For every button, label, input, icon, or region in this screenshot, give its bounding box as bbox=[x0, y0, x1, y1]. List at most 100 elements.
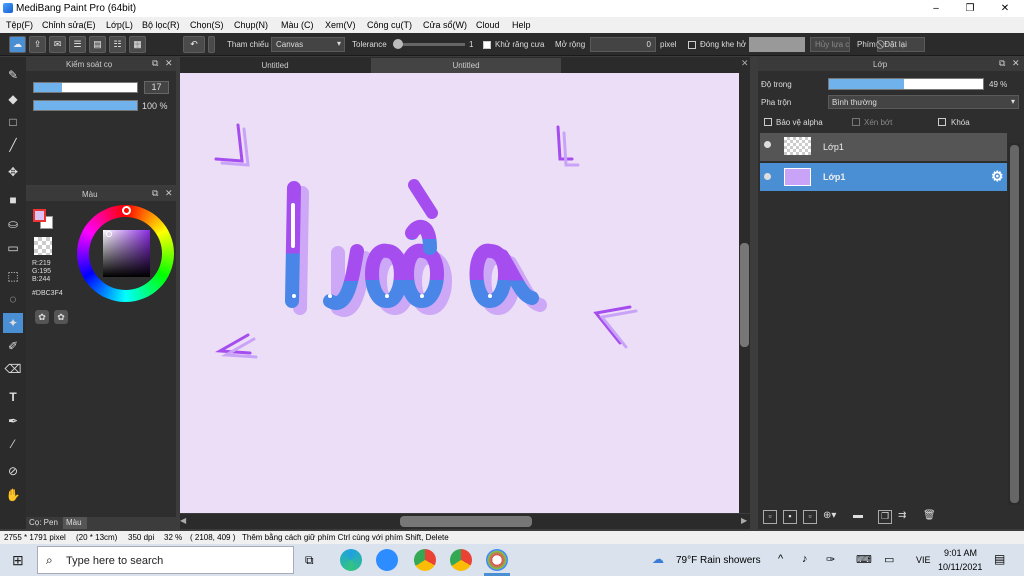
text-icon[interactable]: T bbox=[3, 387, 23, 407]
antialias-checkbox[interactable] bbox=[483, 41, 491, 49]
close-icon[interactable]: ✕ bbox=[165, 58, 173, 69]
clip-checkbox[interactable] bbox=[852, 118, 860, 126]
reset-button[interactable]: ⃠ Đặt lại bbox=[877, 37, 925, 52]
expand-input[interactable]: 0 bbox=[590, 37, 656, 52]
gear-icon[interactable]: ⚙ bbox=[991, 168, 1004, 185]
visibility-icon[interactable] bbox=[764, 173, 771, 180]
search-box[interactable]: ⌕ Type here to search bbox=[37, 546, 294, 574]
duplicate-layer-icon[interactable]: ❐ bbox=[878, 510, 892, 524]
add-layer-menu-icon[interactable]: ⊕▾ bbox=[823, 510, 847, 524]
menu-window[interactable]: Cửa sổ(W) bbox=[423, 20, 467, 30]
brush-icon[interactable]: ✎ bbox=[3, 65, 23, 85]
new-raster-layer-icon[interactable]: ▪ bbox=[783, 510, 797, 524]
layer-scrollbar[interactable] bbox=[1008, 143, 1021, 505]
gradient-icon[interactable]: ▭ bbox=[3, 238, 23, 258]
saturation-square[interactable] bbox=[103, 230, 150, 277]
menu-select[interactable]: Chọn(S) bbox=[190, 20, 224, 30]
sv-picker-handle[interactable] bbox=[106, 231, 112, 237]
clock-time[interactable]: 9:01 AM bbox=[944, 548, 977, 558]
line-icon[interactable]: ╱ bbox=[3, 135, 23, 155]
vertical-scroll-thumb[interactable] bbox=[740, 243, 749, 347]
magic-wand-icon[interactable]: ✦ bbox=[3, 313, 23, 333]
new-layer-icon[interactable]: ▫ bbox=[763, 510, 777, 524]
eraser-icon[interactable]: ◆ bbox=[3, 89, 23, 109]
transparent-swatch[interactable] bbox=[34, 237, 52, 255]
tab-color[interactable]: Màu bbox=[63, 517, 87, 529]
bucket-icon[interactable]: ⛀ bbox=[3, 214, 23, 234]
menu-capture[interactable]: Chụp(N) bbox=[234, 20, 268, 30]
undo-icon[interactable]: ↶ bbox=[183, 36, 205, 53]
foreground-swatch[interactable] bbox=[33, 209, 46, 222]
blend-mode-select[interactable]: Bình thường ▾ bbox=[828, 95, 1019, 109]
chevron-up-icon[interactable]: ^ bbox=[778, 553, 783, 565]
minimize-button[interactable]: – bbox=[919, 0, 953, 17]
move-icon[interactable]: ✥ bbox=[3, 162, 23, 182]
select-eraser-icon[interactable]: ⌫ bbox=[3, 359, 23, 379]
eyedropper-icon[interactable]: ⊘ bbox=[3, 461, 23, 481]
rectangle-icon[interactable]: □ bbox=[3, 112, 23, 132]
reference-select[interactable]: Canvas ▾ bbox=[271, 37, 345, 52]
alpha-protect-checkbox[interactable] bbox=[764, 118, 772, 126]
palette-icon[interactable]: ✿ bbox=[35, 310, 49, 324]
close-icon[interactable]: ✕ bbox=[1012, 58, 1020, 69]
medibang-icon[interactable] bbox=[486, 549, 508, 571]
volume-icon[interactable]: ♪ bbox=[802, 553, 808, 565]
visibility-icon[interactable] bbox=[764, 141, 771, 148]
menu-tools[interactable]: Công cụ(T) bbox=[367, 20, 412, 30]
network-icon[interactable]: ▭ bbox=[884, 553, 894, 566]
layer-row-selected[interactable]: Lớp1 ⚙ bbox=[760, 163, 1007, 191]
chrome-icon-2[interactable] bbox=[450, 549, 472, 571]
layer-row[interactable]: Lớp1 bbox=[760, 133, 1007, 161]
popout-icon[interactable]: ⧉ bbox=[999, 58, 1005, 69]
tolerance-slider[interactable] bbox=[393, 43, 465, 46]
layer-scroll-thumb[interactable] bbox=[1010, 145, 1019, 503]
drawing-canvas[interactable] bbox=[180, 73, 739, 513]
menu-view[interactable]: Xem(V) bbox=[325, 20, 356, 30]
trash-icon[interactable]: 🗑 bbox=[923, 510, 937, 524]
task-view-icon[interactable]: ⧉ bbox=[305, 553, 314, 568]
tab-untitled-1[interactable]: Untitled bbox=[180, 58, 370, 73]
tab-untitled-2[interactable]: Untitled bbox=[371, 58, 561, 73]
gap-value-box[interactable] bbox=[749, 37, 805, 52]
hand-icon[interactable]: ✋ bbox=[3, 485, 23, 505]
keyboard-icon[interactable]: ⌨ bbox=[856, 553, 872, 566]
layer-opacity-slider[interactable] bbox=[828, 78, 984, 90]
pen-tool-icon[interactable]: ✒ bbox=[3, 411, 23, 431]
hue-picker-handle[interactable] bbox=[122, 206, 131, 215]
gap-checkbox[interactable] bbox=[688, 41, 696, 49]
menu-file[interactable]: Tệp(F) bbox=[6, 20, 33, 30]
clock-date[interactable]: 10/11/2021 bbox=[938, 562, 982, 572]
merge-layer-icon[interactable]: ⇉ bbox=[898, 510, 912, 524]
close-button[interactable]: ✕ bbox=[988, 0, 1022, 17]
menu-cloud[interactable]: Cloud bbox=[476, 20, 500, 30]
select-rect-icon[interactable]: ⬚ bbox=[3, 266, 23, 286]
deselect-button[interactable]: Hủy lựa chọn bbox=[810, 37, 850, 52]
horizontal-scrollbar[interactable]: ◀ ▶ bbox=[180, 514, 750, 529]
new-halftone-layer-icon[interactable]: ▫ bbox=[803, 510, 817, 524]
chrome-icon[interactable] bbox=[414, 549, 436, 571]
grid-icon[interactable]: ▦ bbox=[129, 36, 146, 53]
brush-size-value[interactable]: 17 bbox=[144, 81, 169, 94]
language-indicator[interactable]: VIE bbox=[916, 555, 931, 565]
popout-icon[interactable]: ⧉ bbox=[152, 188, 158, 199]
brush-opacity-slider[interactable] bbox=[33, 100, 138, 111]
scroll-right-icon[interactable]: ▶ bbox=[741, 516, 747, 525]
tolerance-slider-handle[interactable] bbox=[393, 39, 403, 49]
close-icon[interactable]: ✕ bbox=[741, 58, 749, 69]
chat-icon[interactable]: ✉ bbox=[49, 36, 66, 53]
tab-brush[interactable]: Cọ: Pen bbox=[26, 517, 62, 529]
zoom-app-icon[interactable] bbox=[376, 549, 398, 571]
lasso-icon[interactable]: ◌ bbox=[3, 289, 23, 309]
notification-icon[interactable]: ▤ bbox=[994, 552, 1005, 566]
windows-start-icon[interactable]: ⊞ bbox=[12, 552, 24, 569]
vertical-scrollbar[interactable] bbox=[739, 73, 750, 513]
dropper-icon[interactable]: ⁄ bbox=[3, 434, 23, 454]
scroll-left-icon[interactable]: ◀ bbox=[180, 516, 186, 525]
toolbar-handle[interactable] bbox=[208, 36, 215, 53]
maximize-button[interactable]: ❐ bbox=[953, 0, 987, 17]
brush-size-slider[interactable] bbox=[33, 82, 138, 93]
upload-icon[interactable]: ⇪ bbox=[29, 36, 46, 53]
select-pen-icon[interactable]: ✐ bbox=[3, 336, 23, 356]
menu-layer[interactable]: Lớp(L) bbox=[106, 20, 133, 30]
popout-icon[interactable]: ⧉ bbox=[152, 58, 158, 69]
